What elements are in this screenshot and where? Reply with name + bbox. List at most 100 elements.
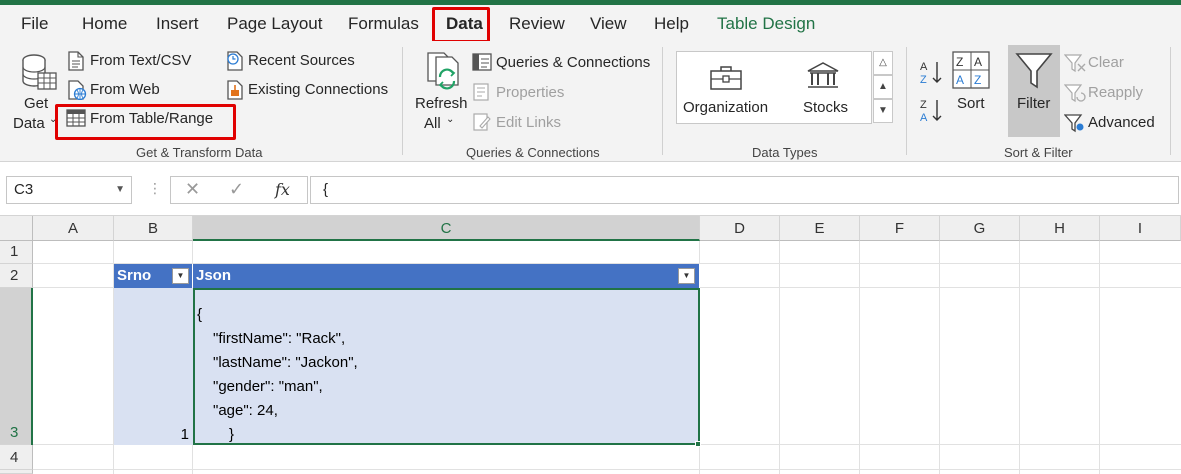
tab-insert[interactable]: Insert	[156, 14, 199, 34]
column-header-c[interactable]: C	[193, 216, 700, 241]
tab-home[interactable]: Home	[82, 14, 127, 34]
table-header-json[interactable]: Json ▼	[193, 264, 700, 288]
group-separator	[906, 47, 907, 155]
name-box-value: C3	[14, 181, 34, 198]
organization-label: Organization	[683, 99, 769, 116]
from-web-label: From Web	[90, 81, 160, 98]
edit-links-label: Edit Links	[496, 114, 562, 131]
connection-file-icon	[227, 80, 243, 100]
column-header-b[interactable]: B	[114, 216, 193, 241]
gridline	[859, 241, 860, 474]
chevron-up-icon: △	[879, 57, 887, 68]
confirm-icon[interactable]: ✓	[229, 179, 244, 200]
gallery-scroll-down[interactable]: ▼	[873, 99, 893, 123]
svg-text:Z: Z	[920, 99, 927, 111]
highlight-data-tab	[432, 7, 490, 43]
get-data-label-1: Get	[24, 95, 49, 112]
chevron-down-icon: ▼	[682, 271, 691, 280]
svg-text:A: A	[920, 61, 928, 73]
column-header-a[interactable]: A	[33, 216, 114, 241]
column-header-e[interactable]: E	[780, 216, 860, 241]
gridline	[939, 241, 940, 474]
drag-handle-icon[interactable]: ⋮	[148, 180, 162, 197]
refresh-label-1: Refresh	[415, 95, 468, 112]
json-line: "gender": "man",	[213, 378, 323, 395]
json-line: }	[229, 426, 235, 443]
advanced-filter-icon	[1064, 114, 1084, 133]
spreadsheet-grid[interactable]: A B C D E F G H I 1 2 3 4 Srno ▼ Json ▼ …	[0, 216, 1181, 474]
table-header-label: Json	[196, 267, 232, 284]
column-header-g[interactable]: G	[940, 216, 1020, 241]
funnel-icon	[1015, 53, 1053, 89]
chevron-down-icon: ⌄	[446, 114, 455, 125]
text-file-icon	[68, 51, 84, 71]
insert-function-icon[interactable]: fx	[275, 180, 290, 199]
name-box[interactable]: C3 ▼	[6, 176, 132, 204]
gridline	[779, 241, 780, 474]
queries-pane-icon	[472, 53, 492, 71]
srno-value: 1	[180, 426, 189, 443]
fill-handle[interactable]	[695, 441, 701, 447]
gridline	[1099, 241, 1100, 474]
chevron-down-icon: ▼	[878, 105, 888, 116]
svg-text:Z: Z	[956, 55, 963, 69]
svg-text:A: A	[974, 55, 982, 69]
recent-sources-label: Recent Sources	[248, 52, 355, 69]
row-header-1[interactable]: 1	[0, 241, 33, 264]
group-separator	[402, 47, 403, 155]
row-header-3[interactable]: 3	[0, 288, 33, 445]
row-selection-edge	[31, 288, 33, 445]
svg-text:Z: Z	[920, 74, 927, 85]
data-types-gallery: Organization Stocks	[676, 51, 872, 124]
group-separator	[662, 47, 663, 155]
properties-icon	[473, 83, 489, 101]
formula-input[interactable]: {	[310, 176, 1179, 204]
column-header-h[interactable]: H	[1020, 216, 1100, 241]
tab-help[interactable]: Help	[654, 14, 689, 34]
svg-text:A: A	[956, 73, 964, 87]
json-line: "age": 24,	[213, 402, 278, 419]
formula-bar: C3 ▼ ⋮ ✕ ✓ fx {	[0, 162, 1181, 216]
row-header-5[interactable]	[0, 470, 33, 474]
column-header-d[interactable]: D	[700, 216, 780, 241]
chevron-down-icon: ▼	[176, 271, 185, 280]
cancel-icon[interactable]: ✕	[185, 179, 200, 200]
chevron-down-icon: ▼	[115, 184, 125, 195]
bank-building-icon	[807, 62, 839, 88]
reapply-filter-icon	[1064, 84, 1086, 103]
formula-value: {	[323, 181, 329, 198]
sort-label: Sort	[957, 95, 985, 112]
table-header-srno[interactable]: Srno ▼	[114, 264, 193, 288]
filter-dropdown-button[interactable]: ▼	[172, 268, 189, 284]
from-text-csv-label: From Text/CSV	[90, 52, 192, 69]
gallery-scroll-up[interactable]: ▲	[873, 75, 893, 99]
json-line: "firstName": "Rack",	[213, 330, 346, 347]
filter-button[interactable]: Filter	[1008, 45, 1060, 137]
clear-label: Clear	[1088, 54, 1124, 71]
table-cell-srno[interactable]	[114, 288, 193, 445]
advanced-label: Advanced	[1088, 114, 1155, 131]
column-header-f[interactable]: F	[860, 216, 940, 241]
row-header-2[interactable]: 2	[0, 264, 33, 288]
tab-view[interactable]: View	[590, 14, 627, 34]
json-line: {	[197, 306, 203, 323]
row-header-4[interactable]: 4	[0, 445, 33, 470]
tab-review[interactable]: Review	[509, 14, 565, 34]
column-header-i[interactable]: I	[1100, 216, 1181, 241]
gallery-more-button[interactable]: △	[873, 51, 893, 75]
database-icon	[22, 54, 57, 90]
tab-page-layout[interactable]: Page Layout	[227, 14, 322, 34]
group-separator	[1170, 47, 1171, 155]
briefcase-icon	[710, 66, 742, 90]
tab-formulas[interactable]: Formulas	[348, 14, 419, 34]
refresh-icon	[427, 52, 459, 90]
web-page-icon	[68, 80, 87, 100]
gridline	[1019, 241, 1020, 474]
tab-table-design[interactable]: Table Design	[717, 14, 815, 34]
select-all-corner[interactable]	[0, 216, 33, 241]
svg-text:A: A	[920, 112, 928, 123]
tab-file[interactable]: File	[21, 14, 48, 34]
filter-dropdown-button[interactable]: ▼	[678, 268, 695, 284]
highlight-from-table-range	[55, 104, 236, 140]
clock-file-icon	[227, 51, 243, 71]
